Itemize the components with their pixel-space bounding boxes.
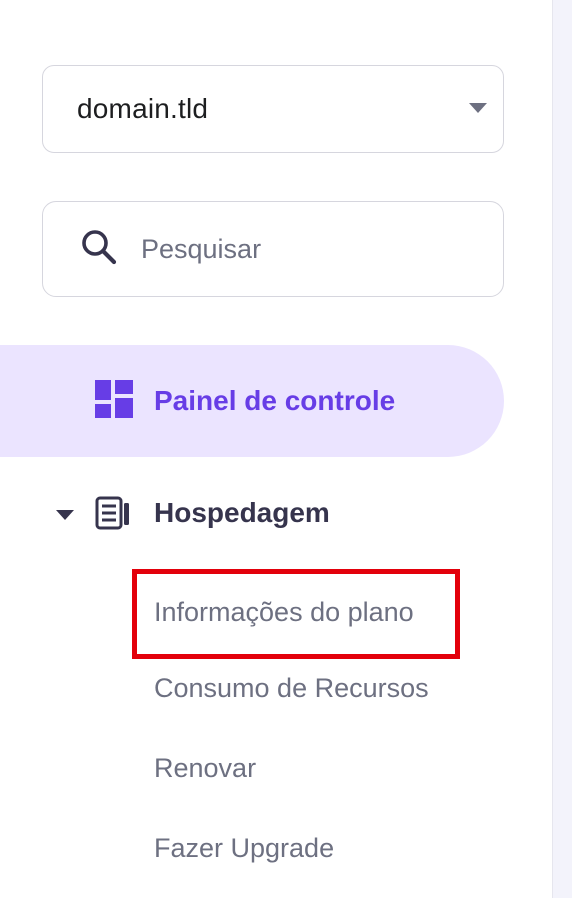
dashboard-icon xyxy=(95,379,133,423)
sidebar-subitem-resource-usage[interactable]: Consumo de Recursos xyxy=(154,673,429,704)
sidebar-subitem-renew-label: Renovar xyxy=(154,753,257,783)
search-box[interactable] xyxy=(42,201,504,297)
sidebar: domain.tld Painel de controle xyxy=(0,0,552,898)
sidebar-item-hosting-label: Hospedagem xyxy=(154,497,330,528)
sidebar-subitem-resource-usage-label: Consumo de Recursos xyxy=(154,673,429,703)
sidebar-subitem-plan-info-label: Informações do plano xyxy=(154,597,414,627)
caret-down-icon[interactable] xyxy=(56,510,74,520)
sidebar-item-dashboard[interactable]: Painel de controle xyxy=(0,345,504,457)
domain-select[interactable]: domain.tld xyxy=(42,65,504,153)
chevron-down-icon xyxy=(469,103,487,113)
sidebar-item-hosting[interactable]: Hospedagem xyxy=(0,480,504,546)
search-input[interactable] xyxy=(141,233,471,265)
sidebar-subitem-plan-info[interactable]: Informações do plano xyxy=(132,569,460,659)
sidebar-item-dashboard-label: Painel de controle xyxy=(154,385,396,416)
sidebar-subitem-renew[interactable]: Renovar xyxy=(154,753,256,784)
sidebar-subitem-upgrade[interactable]: Fazer Upgrade xyxy=(154,833,334,864)
sidebar-subitem-upgrade-label: Fazer Upgrade xyxy=(154,833,335,863)
content-edge xyxy=(552,0,572,898)
domain-select-value: domain.tld xyxy=(77,93,209,124)
search-icon xyxy=(79,227,119,272)
